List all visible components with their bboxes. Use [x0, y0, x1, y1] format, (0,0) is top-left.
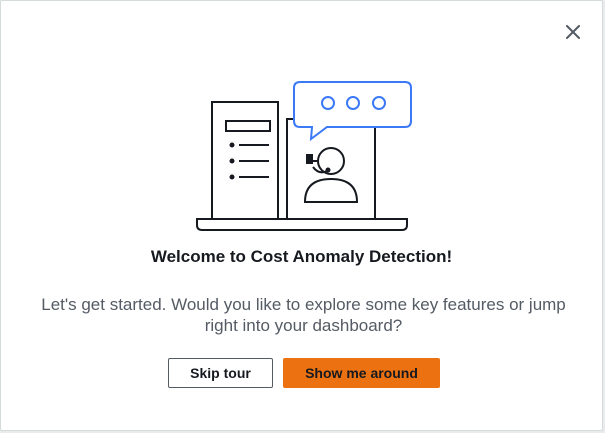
close-button[interactable]	[562, 21, 584, 43]
support-agent-laptop-illustration	[196, 81, 412, 231]
modal-description: Let's get started. Would you like to exp…	[41, 295, 566, 335]
close-icon	[566, 25, 580, 39]
show-me-around-button[interactable]: Show me around	[283, 358, 440, 388]
skip-tour-button[interactable]: Skip tour	[168, 358, 273, 388]
modal-title: Welcome to Cost Anomaly Detection!	[150, 247, 453, 266]
welcome-tour-modal: Welcome to Cost Anomaly Detection! Let's…	[0, 0, 603, 431]
